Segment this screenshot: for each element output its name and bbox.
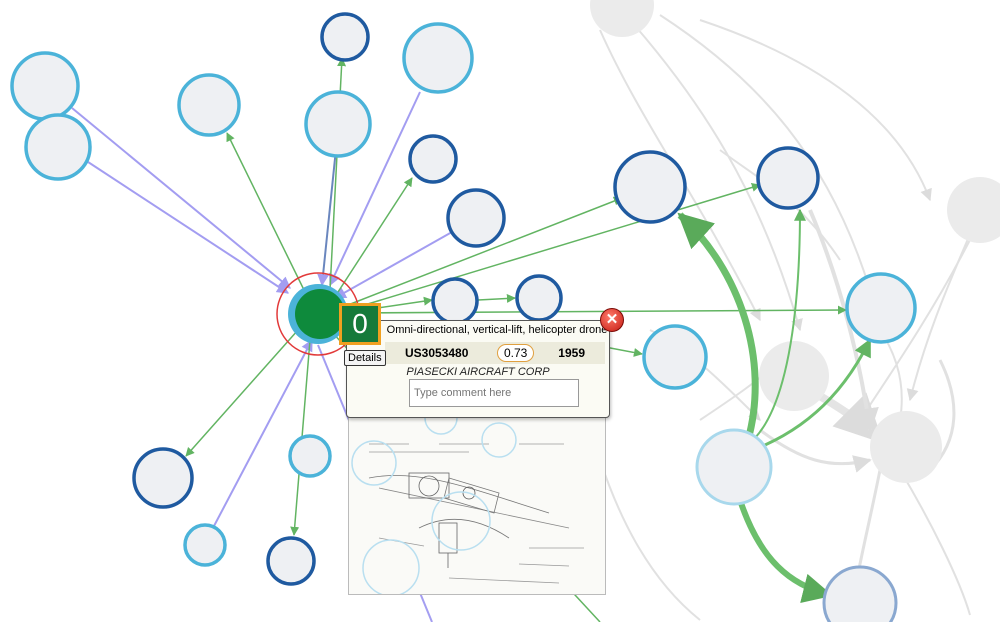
- node-dark: [515, 274, 563, 322]
- patent-meta-row: US3053480 0.73 1959: [385, 342, 605, 364]
- node-light: [10, 51, 80, 121]
- node-pale: [822, 565, 898, 622]
- node-pale: [695, 428, 773, 506]
- relevance-score: 0.73: [497, 344, 535, 362]
- patent-title: Omni-directional, vertical-lift, helicop…: [386, 324, 608, 336]
- node-light: [402, 22, 474, 94]
- node-light: [288, 434, 332, 478]
- node-dark: [408, 134, 458, 184]
- patent-assignee: PIASECKI AIRCRAFT CORP: [406, 366, 550, 378]
- patent-info-popup: Omni-directional, vertical-lift, helicop…: [346, 320, 610, 418]
- node-light: [642, 324, 708, 390]
- node-light: [304, 90, 372, 158]
- faded-network: [599, 14, 981, 621]
- details-button[interactable]: Details: [344, 350, 386, 366]
- node-dark: [266, 536, 316, 586]
- rank-badge: 0: [339, 303, 381, 345]
- node-light: [177, 73, 241, 137]
- node-dark: [756, 146, 820, 210]
- patent-number: US3053480: [405, 346, 469, 360]
- node-dark: [320, 12, 370, 62]
- node-dark: [446, 188, 506, 248]
- node-light: [845, 272, 917, 344]
- comment-input[interactable]: [409, 379, 579, 407]
- faded-node: [947, 177, 1000, 243]
- faded-node: [759, 341, 829, 411]
- close-x-icon[interactable]: ✕: [600, 308, 624, 332]
- node-dark: [132, 447, 194, 509]
- node-light: [183, 523, 227, 567]
- patent-drawing-image: [348, 417, 606, 595]
- node-light: [24, 113, 92, 181]
- patent-year: 1959: [558, 346, 585, 360]
- node-dark: [613, 150, 687, 224]
- node-dark: [431, 277, 479, 325]
- strong-citing-edges: [677, 208, 872, 603]
- faded-nodes: [590, 0, 1000, 483]
- faded-node: [870, 411, 942, 483]
